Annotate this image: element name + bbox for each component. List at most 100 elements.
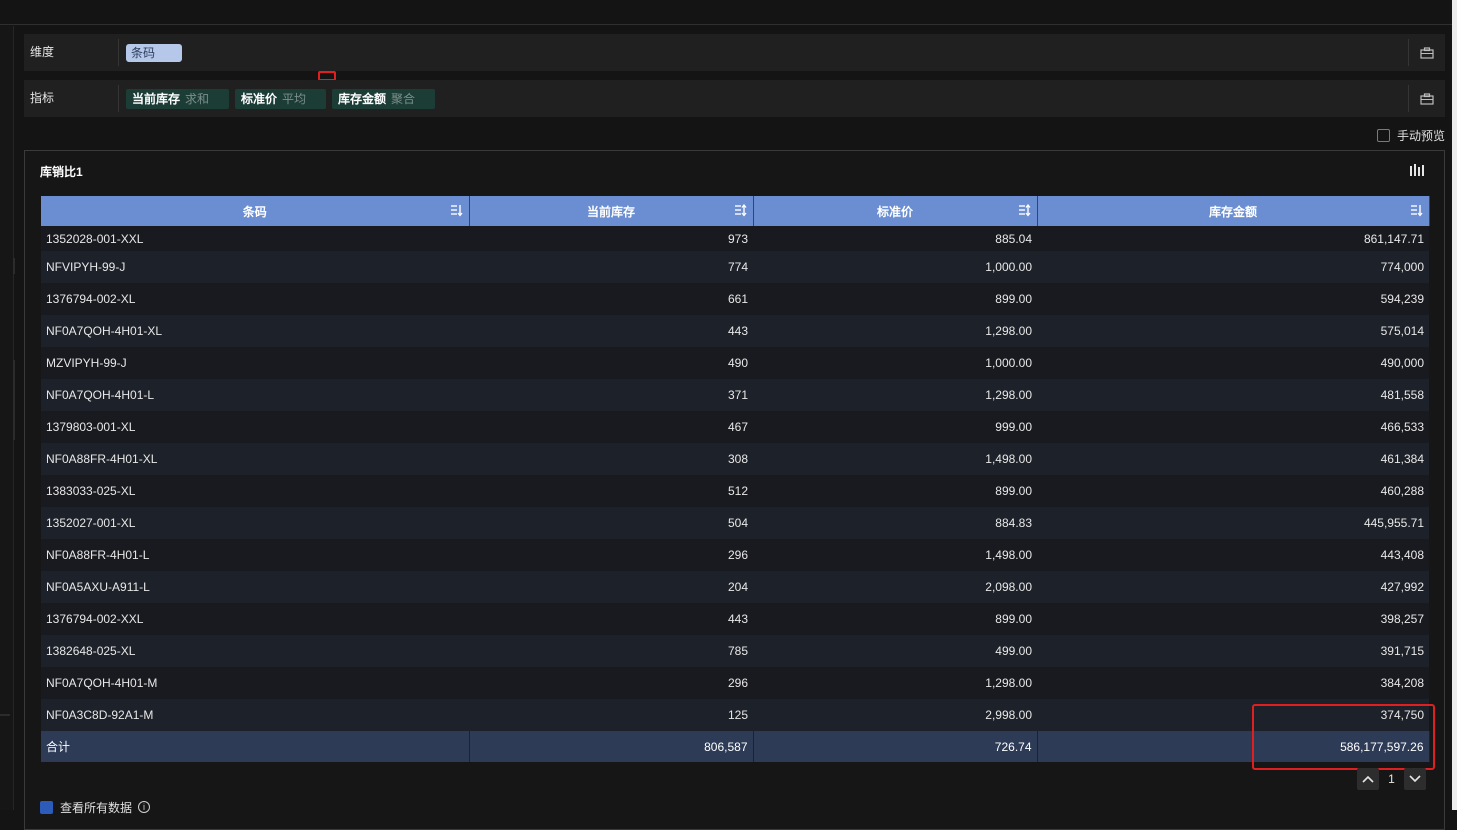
cell-amount: 461,384 (1037, 443, 1429, 475)
cell-stock: 296 (469, 667, 753, 699)
table-row: 1379803-001-XL 467 999.00 466,533 (41, 411, 1429, 443)
cell-barcode: NF0A3C8D-92A1-M (41, 699, 469, 731)
page-down-button[interactable] (1404, 768, 1426, 790)
chart-type-button[interactable] (1409, 163, 1425, 177)
cell-barcode: NF0A88FR-4H01-XL (41, 443, 469, 475)
cell-amount: 466,533 (1037, 411, 1429, 443)
column-header-barcode[interactable]: 条码 (41, 196, 470, 226)
cell-amount: 391,715 (1037, 635, 1429, 667)
cell-amount: 384,208 (1037, 667, 1429, 699)
cell-price: 1,298.00 (753, 667, 1037, 699)
cell-price: 899.00 (753, 475, 1037, 507)
view-all-checkbox[interactable] (40, 800, 53, 814)
cell-price: 899.00 (753, 603, 1037, 635)
table-row: 1352028-001-XXL 973 885.04 861,147.71 (41, 226, 1429, 251)
view-all-data-toggle[interactable]: 查看所有数据 i (40, 800, 151, 815)
sort-icon[interactable] (734, 204, 747, 217)
sort-desc-icon[interactable] (1410, 204, 1423, 217)
table-row: 1352027-001-XL 504 884.83 445,955.71 (41, 507, 1429, 539)
column-header-label: 当前库存 (586, 204, 635, 219)
cell-barcode: NF0A88FR-4H01-L (41, 539, 469, 571)
cell-stock: 774 (469, 251, 753, 283)
cell-barcode: NF0A5AXU-A911-L (41, 571, 469, 603)
cell-price: 1,298.00 (753, 315, 1037, 347)
measure-pill-price[interactable]: 标准价 平均 (235, 89, 326, 109)
divider (118, 85, 119, 112)
cell-stock: 443 (469, 315, 753, 347)
cell-stock: 308 (469, 443, 753, 475)
manual-preview-toggle[interactable]: 手动预览 (1377, 128, 1445, 143)
cell-barcode: NFVIPYH-99-J (41, 251, 469, 283)
cell-price: 885.04 (753, 226, 1037, 251)
cell-stock: 296 (469, 539, 753, 571)
cell-barcode: 1376794-002-XXL (41, 603, 469, 635)
cell-amount: 575,014 (1037, 315, 1429, 347)
cell-barcode: 1383033-025-XL (41, 475, 469, 507)
table-row: NF0A88FR-4H01-L 296 1,498.00 443,408 (41, 539, 1429, 571)
table-row: NF0A7QOH-4H01-XL 443 1,298.00 575,014 (41, 315, 1429, 347)
dimension-pill[interactable]: 条码 (126, 44, 182, 62)
top-bar (0, 0, 1452, 25)
left-collapsed-panel[interactable] (0, 26, 14, 810)
cell-stock: 512 (469, 475, 753, 507)
column-header-stock[interactable]: 当前库存 (469, 196, 754, 226)
cell-price: 2,998.00 (753, 699, 1037, 731)
cell-price: 1,000.00 (753, 251, 1037, 283)
measure-pill-name: 当前库存 (132, 92, 181, 106)
column-header-label: 库存金额 (1208, 204, 1257, 219)
cell-stock: 443 (469, 603, 753, 635)
info-icon[interactable]: i (138, 801, 151, 813)
manual-preview-checkbox[interactable] (1377, 128, 1390, 142)
cell-price: 899.00 (753, 283, 1037, 315)
cell-stock: 785 (469, 635, 753, 667)
sort-desc-icon[interactable] (450, 204, 463, 217)
cell-amount: 594,239 (1037, 283, 1429, 315)
cell-stock: 490 (469, 347, 753, 379)
table-row: MZVIPYH-99-J 490 1,000.00 490,000 (41, 347, 1429, 379)
table-row: 1376794-002-XL 661 899.00 594,239 (41, 283, 1429, 315)
table-row: NF0A3C8D-92A1-M 125 2,998.00 374,750 (41, 699, 1429, 731)
cell-price: 499.00 (753, 635, 1037, 667)
cell-stock: 467 (469, 411, 753, 443)
cell-barcode: NF0A7QOH-4H01-L (41, 379, 469, 411)
cell-barcode: 1352028-001-XXL (41, 226, 469, 251)
left-panel-marker (13, 360, 15, 440)
cell-amount: 861,147.71 (1037, 226, 1429, 251)
sort-icon[interactable] (1018, 204, 1031, 217)
column-header-price[interactable]: 标准价 (753, 196, 1038, 226)
window-edge (1452, 0, 1457, 810)
left-panel-marker (13, 258, 15, 274)
column-header-amount[interactable]: 库存金额 (1037, 196, 1430, 226)
clear-shelf-button[interactable] (1409, 80, 1445, 117)
clear-shelf-button[interactable] (1409, 34, 1445, 71)
briefcase-icon (1420, 46, 1434, 59)
total-price: 726.74 (753, 731, 1038, 762)
measure-shelf-label: 指标 (30, 91, 55, 105)
measure-shelf: 指标 当前库存 求和 标准价 平均 库存金额 聚合 (24, 80, 1445, 117)
column-header-label: 条码 (242, 204, 267, 219)
page-up-button[interactable] (1357, 768, 1379, 790)
measure-pill-agg: 求和 (185, 92, 210, 106)
cell-barcode: 1379803-001-XL (41, 411, 469, 443)
chart-panel: 库销比1 条码 当前库存 标准价 库存金额 1352028-001-XXL 973… (24, 150, 1445, 830)
dimension-shelf: 维度 条码 (24, 34, 1445, 71)
measure-pill-amount[interactable]: 库存金额 聚合 (332, 89, 435, 109)
measure-pill-name: 库存金额 (338, 92, 387, 106)
cell-barcode: NF0A7QOH-4H01-XL (41, 315, 469, 347)
total-amount: 586,177,597.26 (1037, 731, 1430, 762)
table-row: 1383033-025-XL 512 899.00 460,288 (41, 475, 1429, 507)
measure-pill-stock[interactable]: 当前库存 求和 (126, 89, 229, 109)
cell-barcode: 1376794-002-XL (41, 283, 469, 315)
chevron-up-icon (1362, 775, 1374, 783)
cell-price: 884.83 (753, 507, 1037, 539)
cell-price: 2,098.00 (753, 571, 1037, 603)
measure-pill-agg: 平均 (282, 92, 307, 106)
table-row: NF0A5AXU-A911-L 204 2,098.00 427,992 (41, 571, 1429, 603)
cell-barcode: MZVIPYH-99-J (41, 347, 469, 379)
total-label: 合计 (41, 731, 470, 762)
view-all-label: 查看所有数据 (60, 800, 133, 815)
cell-amount: 445,955.71 (1037, 507, 1429, 539)
column-header-label: 标准价 (876, 204, 913, 219)
cell-price: 1,298.00 (753, 379, 1037, 411)
total-row: 合计 806,587 726.74 586,177,597.26 (41, 731, 1430, 762)
